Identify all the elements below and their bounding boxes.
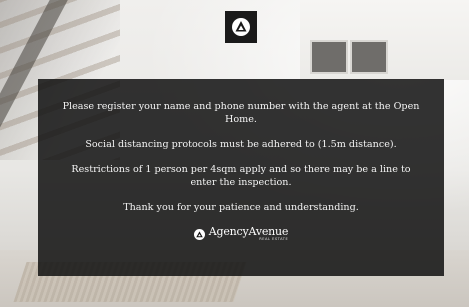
notice-panel: Please register your name and phone numb… <box>38 79 444 276</box>
agency-avenue-mark-icon <box>193 228 205 240</box>
brand-name: AgencyAvenue <box>208 225 289 238</box>
agency-avenue-logo-icon <box>232 18 250 36</box>
brand-wordmark: AgencyAvenue REAL ESTATE <box>208 225 289 242</box>
background-oven <box>310 40 348 74</box>
notice-paragraph-distancing: Social distancing protocols must be adhe… <box>85 139 397 150</box>
notice-paragraph-register: Please register your name and phone numb… <box>62 101 420 125</box>
brand-subtitle: REAL ESTATE <box>259 237 289 241</box>
brand-logo: AgencyAvenue REAL ESTATE <box>38 226 444 242</box>
open-home-notice-graphic: Please register your name and phone numb… <box>0 0 469 307</box>
background-oven <box>350 40 388 74</box>
top-logo-badge <box>225 11 257 43</box>
notice-paragraph-restrictions: Restrictions of 1 person per 4sqm apply … <box>71 164 411 188</box>
notice-paragraph-thanks: Thank you for your patience and understa… <box>123 202 359 213</box>
